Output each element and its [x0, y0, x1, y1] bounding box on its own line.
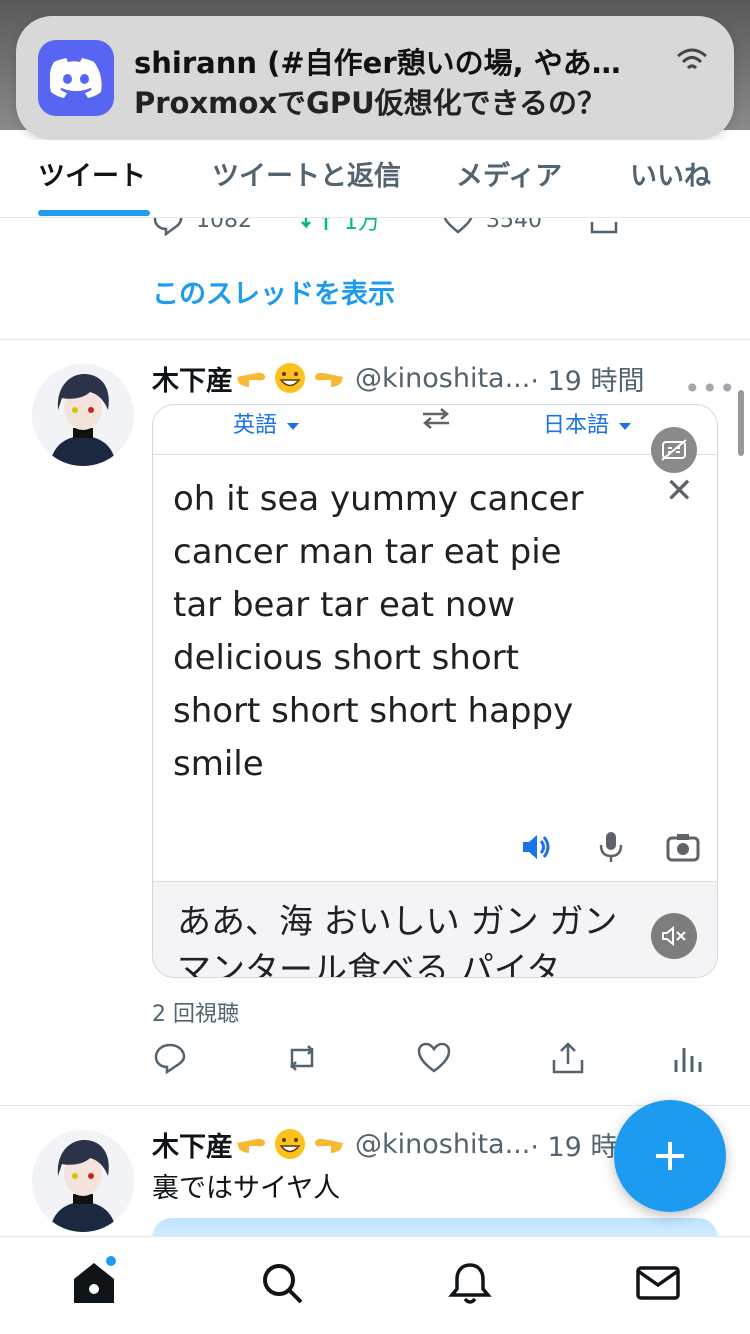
tweet-divider [0, 1105, 750, 1106]
reply-count: 1082 [196, 218, 252, 233]
show-thread-link[interactable]: このスレッドを表示 [152, 272, 395, 311]
avatar[interactable] [32, 1130, 134, 1232]
notification-badge [104, 1254, 118, 1268]
tweet-actions [152, 1040, 712, 1080]
pointing-right-emoji-icon [237, 1138, 265, 1153]
bell-icon[interactable] [446, 1259, 494, 1307]
swap-arrows-icon [423, 408, 449, 429]
source-line: smile [173, 744, 264, 784]
discord-notification[interactable]: shirann (#自作er憩いの場, やあ… ProxmoxでGPU仮想化でき… [16, 16, 734, 140]
chevron-down-icon [287, 422, 300, 430]
captions-off-icon [661, 439, 687, 461]
source-language-label: 英語 [233, 413, 278, 438]
tweet-text: 裏ではサイヤ人 [152, 1173, 341, 1204]
share-icon [590, 222, 618, 234]
target-language-label: 日本語 [543, 413, 610, 438]
tweet-header: 木下産 @kinoshita... · 19 時間 [152, 358, 644, 398]
share-button[interactable] [588, 218, 620, 236]
timestamp[interactable]: · 19 時 [530, 1125, 617, 1164]
reply-icon[interactable] [152, 1040, 188, 1076]
mute-button[interactable] [651, 913, 697, 959]
translation-line: マンタール食べる パイタ [177, 950, 561, 978]
view-count: 2 回視聴 [152, 1002, 239, 1027]
translation-text: ああ、海 おいしい ガン ガン マンタール食べる パイタ [177, 898, 717, 978]
source-line: short short short happy [173, 691, 574, 731]
heart-icon [443, 218, 473, 234]
avatar[interactable] [32, 364, 134, 466]
more-options-icon[interactable]: ••• [684, 372, 737, 405]
discord-icon [38, 40, 114, 116]
grinning-face-emoji-icon [275, 363, 305, 393]
reply-button[interactable]: 1082 [152, 218, 252, 236]
mail-icon[interactable] [634, 1259, 682, 1307]
tab-tweets[interactable]: ツイート [38, 154, 146, 193]
source-line: delicious short short [173, 638, 519, 678]
target-language[interactable]: 日本語 [543, 407, 632, 439]
captions-off-button[interactable] [651, 427, 697, 473]
chevron-down-icon [619, 422, 632, 430]
previous-tweet-actions: 1082 1万 3540 [0, 218, 750, 238]
like-button[interactable]: 3540 [442, 218, 542, 236]
share-icon[interactable] [550, 1040, 586, 1076]
translate-tools [153, 815, 717, 881]
notification-body: ProxmoxでGPU仮想化できるの？ [134, 86, 607, 120]
video-media[interactable]: 英語 日本語 oh it sea yummy cancer cancer man… [152, 404, 718, 978]
plus-icon [656, 1142, 684, 1170]
retweet-button[interactable]: 1万 [300, 218, 380, 236]
pointing-right-emoji-icon [237, 372, 265, 387]
display-name[interactable]: 木下産 [152, 1125, 233, 1164]
pointing-left-emoji-icon [315, 1138, 343, 1153]
active-tab-indicator [38, 210, 150, 216]
close-icon[interactable]: ✕ [665, 471, 694, 511]
retweet-icon [301, 218, 330, 230]
source-line: oh it sea yummy cancer [173, 479, 584, 519]
microphone-icon[interactable] [593, 829, 629, 865]
translate-language-bar: 英語 日本語 [153, 405, 717, 455]
tweet-header: 木下産 @kinoshita... · 19 時 [152, 1124, 617, 1164]
translation-line: ああ、海 おいしい ガン ガン [177, 902, 618, 942]
tab-media[interactable]: メディア [456, 154, 562, 193]
bottom-tab-bar [0, 1236, 750, 1334]
retweet-count: 1万 [344, 218, 380, 235]
timestamp[interactable]: · 19 時間 [530, 359, 644, 398]
tab-likes[interactable]: いいね [630, 154, 711, 193]
heart-icon[interactable] [416, 1040, 452, 1076]
source-line: tar bear tar eat now [173, 585, 516, 625]
camera-icon[interactable] [665, 829, 701, 865]
reply-icon [153, 218, 183, 236]
like-count: 3540 [486, 218, 542, 233]
scrollbar[interactable] [738, 390, 744, 456]
source-language[interactable]: 英語 [233, 407, 300, 439]
retweet-icon[interactable] [284, 1040, 320, 1076]
search-icon[interactable] [258, 1259, 306, 1307]
handle[interactable]: @kinoshita... [355, 1129, 530, 1160]
notification-title: shirann (#自作er憩いの場, やあ… [134, 46, 621, 80]
tab-tweets-and-replies[interactable]: ツイートと返信 [212, 154, 401, 193]
pointing-left-emoji-icon [315, 372, 343, 387]
speaker-icon[interactable] [519, 829, 555, 865]
grinning-face-emoji-icon [275, 1129, 305, 1159]
speaker-muted-icon [662, 925, 686, 947]
analytics-icon[interactable] [670, 1040, 706, 1076]
wifi-icon [677, 48, 707, 70]
display-name[interactable]: 木下産 [152, 359, 233, 398]
profile-tabs: ツイート ツイートと返信 メディア いいね [0, 140, 750, 218]
source-text: oh it sea yummy cancer cancer man tar ea… [173, 473, 643, 791]
tweet-divider [0, 339, 750, 340]
compose-tweet-button[interactable] [614, 1100, 726, 1212]
translation-result: ああ、海 おいしい ガン ガン マンタール食べる パイタ [153, 881, 717, 978]
handle[interactable]: @kinoshita... [355, 363, 530, 394]
source-line: cancer man tar eat pie [173, 532, 562, 572]
